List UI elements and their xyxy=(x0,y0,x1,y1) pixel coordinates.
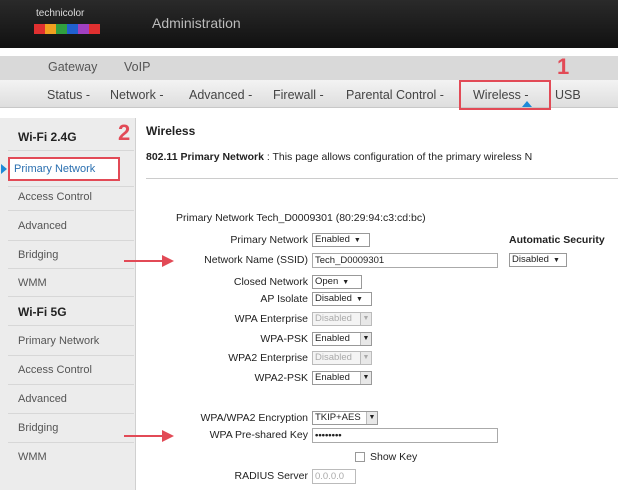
primary-network-value: Enabled xyxy=(315,234,350,245)
chevron-down-icon: ▼ xyxy=(360,352,371,364)
psk-input[interactable]: •••••••• xyxy=(312,428,498,443)
content-divider xyxy=(146,178,618,179)
sidebar-item-advanced-24g[interactable]: Advanced xyxy=(18,220,67,232)
sidebar-item-bridging-24g[interactable]: Bridging xyxy=(18,249,58,261)
nav-advanced[interactable]: Advanced - xyxy=(189,88,252,102)
callout-box-wireless xyxy=(459,80,551,110)
radius-server-label: RADIUS Server xyxy=(234,470,308,482)
sidebar-divider xyxy=(8,325,134,326)
chevron-down-icon: ▼ xyxy=(355,296,363,303)
wpa2-psk-select[interactable]: Enabled ▼ xyxy=(312,371,372,385)
wpa-enterprise-select[interactable]: Disabled ▼ xyxy=(312,312,372,326)
nav-usb[interactable]: USB xyxy=(555,88,581,102)
psk-label: WPA Pre-shared Key xyxy=(209,429,308,441)
brand-logo-text: technicolor xyxy=(36,8,85,19)
sidebar-item-primary-network-5g[interactable]: Primary Network xyxy=(18,335,99,347)
chevron-down-icon: ▼ xyxy=(342,279,350,286)
sidebar-divider xyxy=(8,240,134,241)
callout-arrow-head-icon xyxy=(162,255,174,267)
wpa-psk-label: WPA-PSK xyxy=(260,333,308,345)
sidebar-item-wmm-24g[interactable]: WMM xyxy=(18,277,47,289)
callout-number-2: 2 xyxy=(118,120,131,145)
sidebar-item-wmm-5g[interactable]: WMM xyxy=(18,451,47,463)
sidebar-section-wifi-24g: Wi-Fi 2.4G xyxy=(18,130,77,144)
nav-network[interactable]: Network - xyxy=(110,88,163,102)
encryption-value: TKIP+AES xyxy=(315,412,361,423)
sidebar-divider xyxy=(8,210,134,211)
sidebar-item-advanced-5g[interactable]: Advanced xyxy=(18,393,67,405)
automatic-security-value: Disabled xyxy=(512,254,549,265)
sidebar-divider xyxy=(8,384,134,385)
wpa-psk-value: Enabled xyxy=(315,333,350,344)
automatic-security-select[interactable]: Disabled ▼ xyxy=(509,253,567,267)
ssid-label: Network Name (SSID) xyxy=(204,254,308,266)
nav-status[interactable]: Status - xyxy=(47,88,90,102)
tab-voip[interactable]: VoIP xyxy=(124,60,150,74)
chevron-down-icon: ▼ xyxy=(360,313,371,325)
sidebar-divider xyxy=(8,413,134,414)
sidebar-section-wifi-5g: Wi-Fi 5G xyxy=(18,305,67,319)
chevron-down-icon: ▼ xyxy=(552,257,560,264)
nav-parental-control[interactable]: Parental Control - xyxy=(346,88,444,102)
sidebar-item-primary-network-24g[interactable]: Primary Network xyxy=(14,163,95,175)
show-key-label: Show Key xyxy=(370,451,418,463)
wpa-enterprise-value: Disabled xyxy=(315,313,352,324)
wpa-psk-select[interactable]: Enabled ▼ xyxy=(312,332,372,346)
callout-number-1: 1 xyxy=(557,54,570,79)
callout-arrow xyxy=(124,435,164,437)
wpa2-enterprise-select[interactable]: Disabled ▼ xyxy=(312,351,372,365)
show-key-checkbox[interactable] xyxy=(355,452,365,462)
network-header: Primary Network Tech_D0009301 (80:29:94:… xyxy=(176,212,426,224)
chevron-down-icon: ▼ xyxy=(360,372,371,384)
chevron-down-icon: ▼ xyxy=(366,412,377,424)
callout-arrow-head-icon xyxy=(162,430,174,442)
callout-arrow xyxy=(124,260,164,262)
sidebar-divider xyxy=(8,296,134,297)
wpa2-enterprise-value: Disabled xyxy=(315,352,352,363)
primary-network-select[interactable]: Enabled ▼ xyxy=(312,233,370,247)
sidebar-item-bridging-5g[interactable]: Bridging xyxy=(18,422,58,434)
top-tab-bar: Gateway VoIP xyxy=(0,56,618,80)
encryption-label: WPA/WPA2 Encryption xyxy=(200,412,308,424)
radius-server-input[interactable]: 0.0.0.0 xyxy=(312,469,356,484)
page-header-title: Administration xyxy=(152,15,241,31)
page-description: 802.11 Primary Network : This page allow… xyxy=(146,151,532,163)
chevron-down-icon: ▼ xyxy=(353,237,361,244)
closed-network-value: Open xyxy=(315,276,339,287)
sidebar-divider xyxy=(8,355,134,356)
page-description-text: : This page allows configuration of the … xyxy=(263,151,533,163)
ap-isolate-label: AP Isolate xyxy=(260,293,308,305)
primary-network-label: Primary Network xyxy=(230,234,308,246)
sidebar-item-access-control-24g[interactable]: Access Control xyxy=(18,191,92,203)
ap-isolate-select[interactable]: Disabled ▼ xyxy=(312,292,372,306)
page-title: Wireless xyxy=(146,124,196,138)
closed-network-select[interactable]: Open ▼ xyxy=(312,275,362,289)
sidebar-divider xyxy=(8,268,134,269)
sidebar-item-access-control-5g[interactable]: Access Control xyxy=(18,364,92,376)
encryption-select[interactable]: TKIP+AES ▼ xyxy=(312,411,378,425)
automatic-security-label: Automatic Security xyxy=(509,234,605,246)
closed-network-label: Closed Network xyxy=(233,276,308,288)
sidebar-divider xyxy=(8,442,134,443)
wpa2-enterprise-label: WPA2 Enterprise xyxy=(228,352,308,364)
active-item-indicator-icon xyxy=(1,164,7,174)
ap-isolate-value: Disabled xyxy=(315,293,352,304)
page-description-heading: 802.11 Primary Network xyxy=(146,151,264,163)
chevron-down-icon: ▼ xyxy=(360,333,371,345)
sidebar-divider xyxy=(8,186,134,187)
wpa2-psk-label: WPA2-PSK xyxy=(254,372,308,384)
wpa-enterprise-label: WPA Enterprise xyxy=(234,313,308,325)
sidebar-divider xyxy=(8,150,134,151)
wpa2-psk-value: Enabled xyxy=(315,372,350,383)
nav-firewall[interactable]: Firewall - xyxy=(273,88,324,102)
brand-logo-icon[interactable] xyxy=(34,24,100,34)
tab-gateway[interactable]: Gateway xyxy=(48,60,97,74)
ssid-input[interactable]: Tech_D0009301 xyxy=(312,253,498,268)
